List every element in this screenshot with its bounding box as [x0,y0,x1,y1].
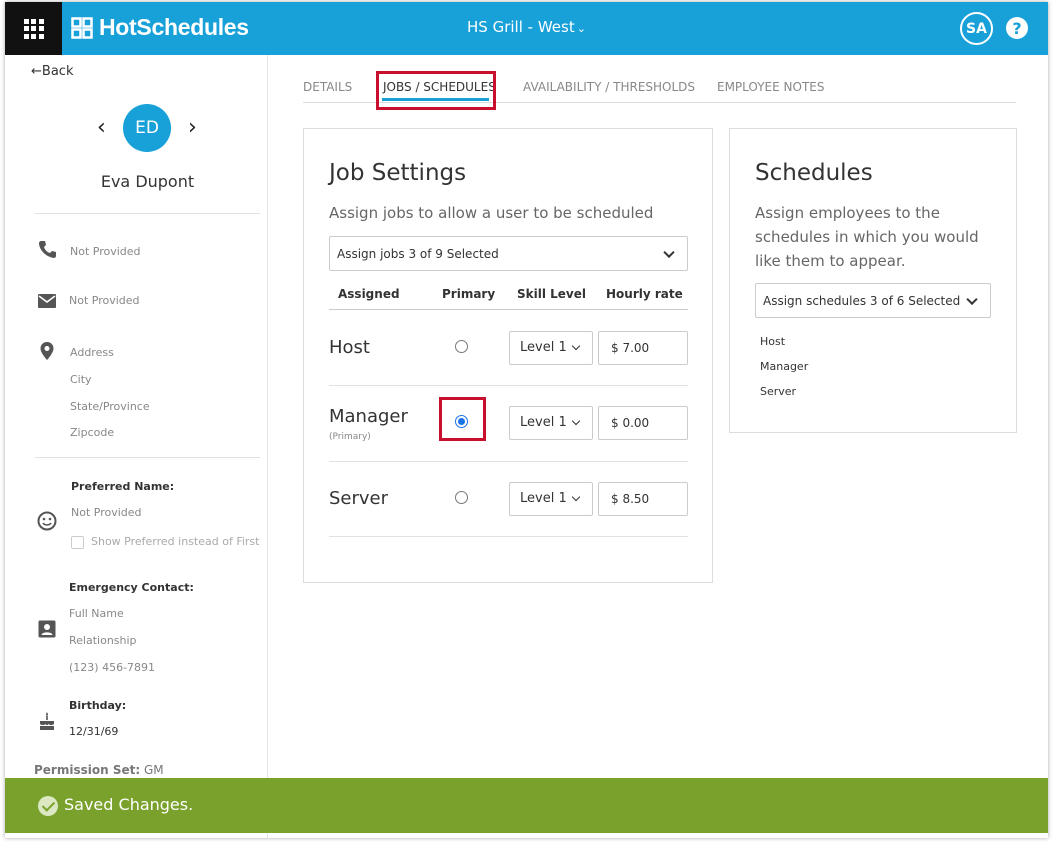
tab-availability-thresholds[interactable]: AVAILABILITY / THRESHOLDS [523,80,695,94]
assign-jobs-dropdown[interactable]: Assign jobs 3 of 9 Selected [329,236,688,271]
address-zip: Zipcode [70,426,115,439]
back-label: Back [41,64,74,79]
column-skill-level: Skill Level [517,287,586,301]
chevron-down-icon [571,492,581,502]
row-divider [329,461,688,462]
help-icon[interactable]: ? [1006,17,1028,39]
birthday-value: 12/31/69 [69,725,119,738]
employee-sidebar: ←Back ‹ ED › Eva Dupont Not Provided Not… [5,55,268,838]
skill-level-select[interactable]: Level 1 [509,331,593,365]
divider [35,213,260,214]
column-primary: Primary [442,287,496,301]
address-city: City [70,373,92,386]
schedule-item: Manager [760,360,809,373]
skill-level-value: Level 1 [520,491,567,506]
permission-set: Permission Set: GM [34,763,164,777]
permission-value: GM [143,763,164,777]
saved-toast: Saved Changes. [5,778,1048,833]
toast-message: Saved Changes. [64,795,194,814]
show-preferred-checkbox[interactable] [71,536,84,549]
assign-schedules-dropdown[interactable]: Assign schedules 3 of 6 Selected [755,283,991,318]
skill-level-select[interactable]: Level 1 [509,482,593,516]
email-icon [38,294,56,308]
tab-highlight-box [376,71,496,110]
skill-level-select[interactable]: Level 1 [509,406,593,440]
preferred-name-label: Preferred Name: [71,480,175,493]
employee-avatar: ED [123,104,171,152]
app-window: HotSchedules HS Grill - West ⌄ SA ? ←Back… [5,2,1048,838]
hourly-rate-input[interactable]: $ 7.00 [598,331,688,365]
email-value: Not Provided [69,294,140,307]
emergency-relationship: Relationship [69,634,137,647]
divider [35,457,260,458]
column-assigned: Assigned [338,287,400,301]
skill-level-value: Level 1 [520,415,567,430]
schedule-item: Host [760,335,786,348]
hourly-rate-input[interactable]: $ 0.00 [598,406,688,440]
address-line: Address [70,346,114,359]
contact-card-icon [38,620,56,638]
chevron-down-icon [571,341,581,351]
job-name: Host [329,337,370,358]
show-preferred-label: Show Preferred instead of First [91,535,260,548]
tab-details[interactable]: DETAILS [303,80,352,94]
permission-label: Permission Set: [34,763,141,777]
tab-employee-notes[interactable]: EMPLOYEE NOTES [717,80,824,94]
emergency-phone: (123) 456-7891 [69,661,156,674]
top-bar: HotSchedules HS Grill - West ⌄ SA ? [5,2,1048,55]
schedules-title: Schedules [755,160,873,186]
smiley-icon [37,511,57,531]
phone-icon [39,241,56,258]
location-selector[interactable]: HS Grill - West ⌄ [5,18,1048,36]
job-name: Manager [329,406,408,427]
primary-radio-host[interactable] [455,340,468,353]
schedules-card: Schedules Assign employees to the schedu… [729,128,1017,433]
chevron-down-icon [571,416,581,426]
row-divider [329,385,688,386]
arrow-left-icon: ← [31,64,42,79]
chevron-down-icon [966,293,978,305]
birthday-cake-icon [40,712,54,730]
location-pin-icon [40,342,54,360]
table-header-line [329,309,688,310]
employee-name: Eva Dupont [100,172,195,191]
primary-radio-server[interactable] [455,491,468,504]
column-hourly-rate: Hourly rate [606,287,683,301]
assign-schedules-value: Assign schedules 3 of 6 Selected [763,293,961,308]
emergency-contact-label: Emergency Contact: [69,581,194,594]
skill-level-value: Level 1 [520,340,567,355]
job-settings-subtitle: Assign jobs to allow a user to be schedu… [329,204,654,222]
check-circle-icon [38,796,58,816]
address-state: State/Province [70,400,150,413]
location-name: HS Grill - West [467,18,575,36]
job-primary-note: (Primary) [329,432,371,442]
job-settings-title: Job Settings [329,160,467,186]
previous-employee-icon[interactable]: ‹ [97,115,106,140]
birthday-label: Birthday: [69,699,127,712]
next-employee-icon[interactable]: › [188,115,197,140]
chevron-down-icon: ⌄ [576,22,586,35]
primary-radio-highlight-box [439,397,486,441]
schedules-subtitle: Assign employees to the schedules in whi… [755,204,979,270]
assign-jobs-value: Assign jobs 3 of 9 Selected [337,246,499,261]
preferred-name-value: Not Provided [71,506,142,519]
job-settings-card: Job Settings Assign jobs to allow a user… [303,128,713,583]
back-link[interactable]: ←Back [31,64,73,79]
row-divider [329,536,688,537]
chevron-down-icon [663,246,675,258]
user-avatar[interactable]: SA [960,12,993,45]
schedule-item: Server [760,385,797,398]
phone-value: Not Provided [70,245,141,258]
job-name: Server [329,488,389,509]
emergency-name: Full Name [69,607,124,620]
hourly-rate-input[interactable]: $ 8.50 [598,482,688,516]
